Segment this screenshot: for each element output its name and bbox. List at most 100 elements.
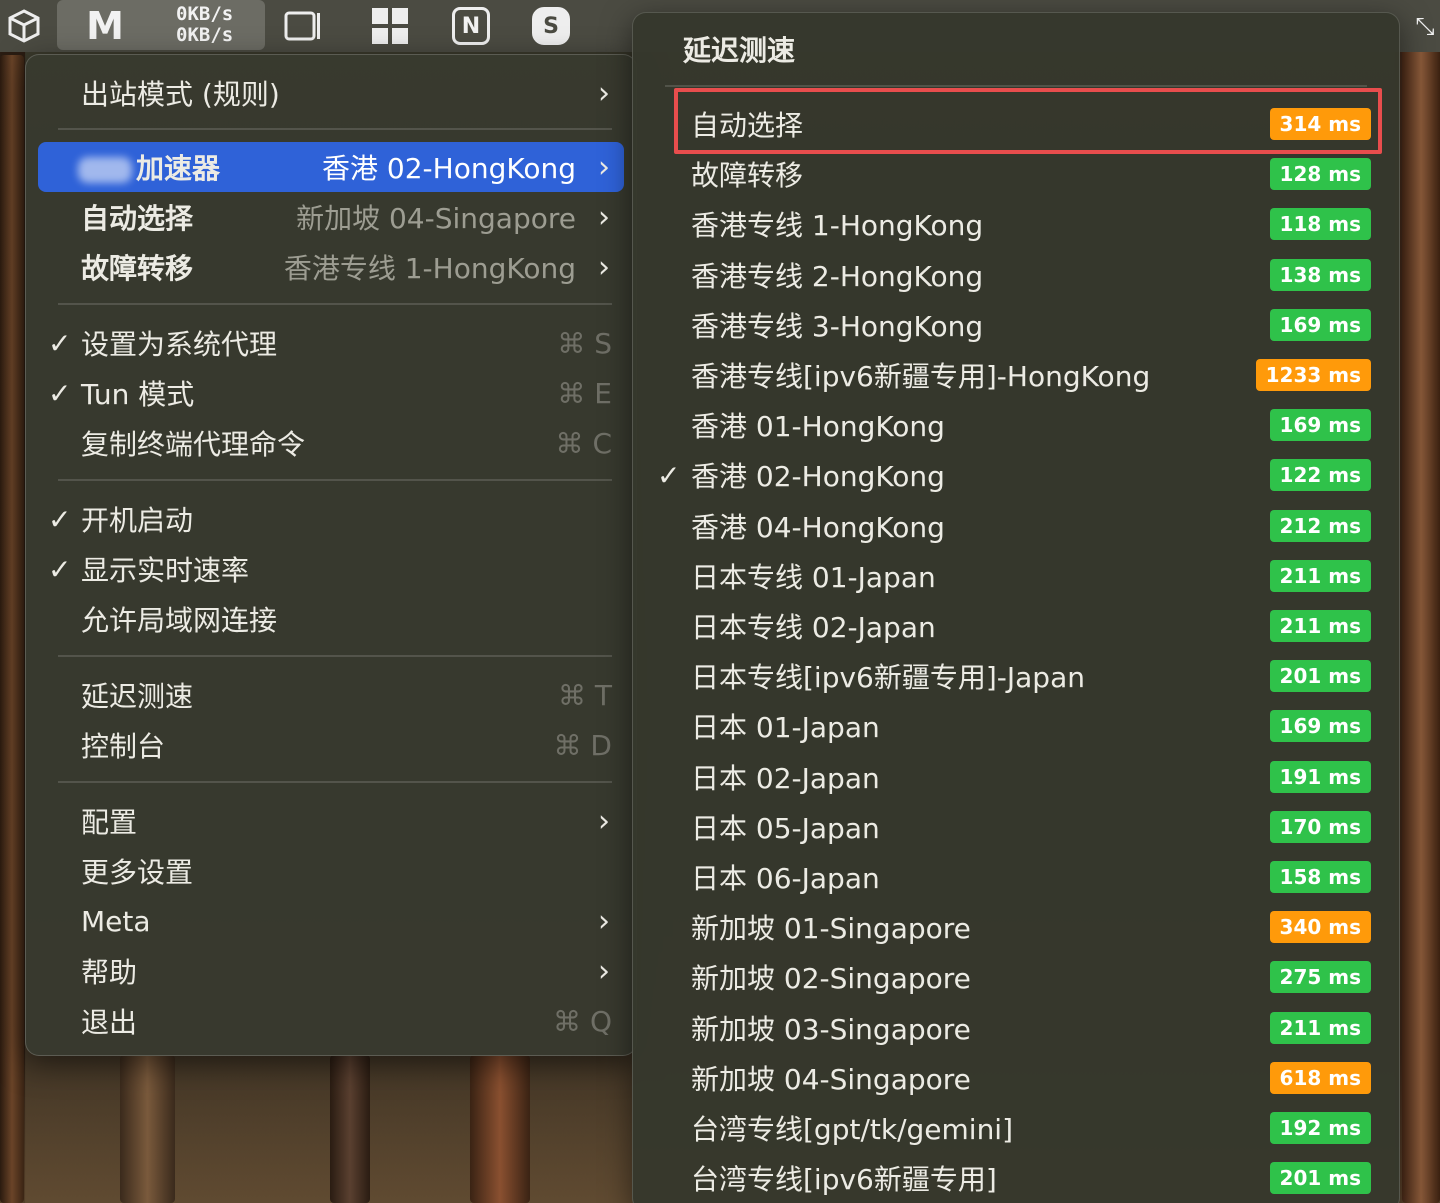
show-speed-label: 显示实时速率 xyxy=(81,554,250,587)
node-item[interactable]: 日本专线 02-Japan 211 ms xyxy=(675,601,1371,651)
node-item[interactable]: 新加坡 01-Singapore 340 ms xyxy=(675,902,1371,952)
node-name: 日本 01-Japan xyxy=(691,711,880,744)
node-name: 日本 02-Japan xyxy=(691,762,880,795)
quit-item[interactable]: 退出 ⌘ Q xyxy=(38,996,624,1046)
download-speed: 0KB/s xyxy=(176,24,234,46)
wallpaper-tree xyxy=(120,1055,175,1203)
node-item[interactable]: 日本 01-Japan 169 ms xyxy=(675,701,1371,751)
speed-readout: 0KB/s 0KB/s xyxy=(176,4,233,46)
node-name: 香港专线 1-HongKong xyxy=(691,209,984,242)
highlight-annotation-box xyxy=(674,88,1382,154)
wallpaper-tree xyxy=(1402,40,1440,1203)
package-icon[interactable] xyxy=(4,0,44,52)
node-name: 日本 06-Japan xyxy=(691,862,880,895)
node-item[interactable]: 台湾专线[ipv6新疆专用] 201 ms xyxy=(675,1153,1371,1203)
notion-icon[interactable]: N xyxy=(450,0,492,52)
shortcut-label: ⌘ E xyxy=(557,376,612,410)
app-m-icon[interactable]: M xyxy=(80,0,130,52)
latency-badge: 169 ms xyxy=(1269,309,1371,341)
node-item[interactable]: 香港专线[ipv6新疆专用]-HongKong 1233 ms xyxy=(675,350,1371,400)
chevron-right-icon: › xyxy=(598,803,610,839)
latency-badge: 170 ms xyxy=(1269,811,1371,843)
copy-terminal-proxy-item[interactable]: 复制终端代理命令 ⌘ C xyxy=(38,418,624,468)
allow-lan-label: 允许局域网连接 xyxy=(81,604,278,637)
wallpaper-tree xyxy=(470,1055,530,1203)
node-item[interactable]: 台湾专线[gpt/tk/gemini] 192 ms xyxy=(675,1103,1371,1153)
tun-mode-item[interactable]: ✓ Tun 模式 ⌘ E xyxy=(38,368,624,418)
node-item[interactable]: 香港专线 3-HongKong 169 ms xyxy=(675,300,1371,350)
group-value: 香港专线 1-HongKong xyxy=(283,252,576,285)
chevron-right-icon: › xyxy=(598,903,610,939)
node-item[interactable]: 香港专线 2-HongKong 138 ms xyxy=(675,250,1371,300)
node-item[interactable]: 新加坡 04-Singapore 618 ms xyxy=(675,1053,1371,1103)
config-item[interactable]: 配置 › xyxy=(38,796,624,846)
node-name: 香港专线[ipv6新疆专用]-HongKong xyxy=(691,360,1151,393)
show-speed-item[interactable]: ✓ 显示实时速率 xyxy=(38,544,624,594)
latency-badge: 1233 ms xyxy=(1255,359,1371,391)
checkmark-icon: ✓ xyxy=(48,502,72,536)
node-item[interactable]: 香港 01-HongKong 169 ms xyxy=(675,400,1371,450)
node-name: 香港 01-HongKong xyxy=(691,410,945,443)
group-auto-select-item[interactable]: 自动选择 新加坡 04-Singapore › xyxy=(38,192,624,242)
dashboard-item[interactable]: 控制台 ⌘ D xyxy=(38,720,624,770)
latency-test-item[interactable]: 延迟测速 ⌘ T xyxy=(38,670,624,720)
more-settings-item[interactable]: 更多设置 xyxy=(38,846,624,896)
group-value: 新加坡 04-Singapore xyxy=(296,202,576,235)
node-item[interactable]: 香港专线 1-HongKong 118 ms xyxy=(675,199,1371,249)
group-label: 自动选择 xyxy=(81,202,194,235)
upload-speed: 0KB/s xyxy=(176,3,234,25)
node-item[interactable]: 故障转移 128 ms xyxy=(675,149,1371,199)
node-name: 新加坡 04-Singapore xyxy=(691,1063,971,1096)
node-name: 台湾专线[gpt/tk/gemini] xyxy=(691,1113,1014,1146)
node-item[interactable]: 日本 02-Japan 191 ms xyxy=(675,752,1371,802)
wallpaper-tree xyxy=(330,1055,370,1203)
outbound-mode-item[interactable]: 出站模式 (规则) › xyxy=(38,68,624,118)
node-item[interactable]: 日本专线[ipv6新疆专用]-Japan 201 ms xyxy=(675,651,1371,701)
fullscreen-icon[interactable]: ⤡ xyxy=(1412,0,1438,52)
node-item[interactable]: 新加坡 03-Singapore 211 ms xyxy=(675,1003,1371,1053)
latency-badge: 158 ms xyxy=(1269,861,1371,893)
latency-badge: 169 ms xyxy=(1269,409,1371,441)
help-item[interactable]: 帮助 › xyxy=(38,946,624,996)
shortcut-label: ⌘ C xyxy=(555,426,612,460)
checkmark-icon: ✓ xyxy=(657,458,681,492)
allow-lan-item[interactable]: 允许局域网连接 xyxy=(38,594,624,644)
checkmark-icon: ✓ xyxy=(48,376,72,410)
node-name: 香港 02-HongKong xyxy=(691,460,945,493)
checkmark-icon: ✓ xyxy=(48,326,72,360)
node-name: 香港专线 2-HongKong xyxy=(691,260,984,293)
meta-item[interactable]: Meta › xyxy=(38,896,624,946)
launch-at-login-item[interactable]: ✓ 开机启动 xyxy=(38,494,624,544)
quit-label: 退出 xyxy=(81,1006,138,1039)
latency-badge: 118 ms xyxy=(1269,208,1371,240)
node-item[interactable]: 香港 04-HongKong 212 ms xyxy=(675,501,1371,551)
node-name: 台湾专线[ipv6新疆专用] xyxy=(691,1163,997,1196)
help-label: 帮助 xyxy=(81,956,138,989)
node-name: 新加坡 01-Singapore xyxy=(691,912,971,945)
node-name: 故障转移 xyxy=(691,159,804,192)
checkmark-icon: ✓ xyxy=(48,552,72,586)
group-label: 加速器 xyxy=(136,152,221,185)
node-item[interactable]: ✓ 香港 02-HongKong 122 ms xyxy=(657,450,1371,500)
system-proxy-item[interactable]: ✓ 设置为系统代理 ⌘ S xyxy=(38,318,624,368)
latency-badge: 122 ms xyxy=(1269,459,1371,491)
node-item[interactable]: 日本 05-Japan 170 ms xyxy=(675,802,1371,852)
s-app-icon[interactable]: S xyxy=(530,0,572,52)
node-item[interactable]: 日本专线 01-Japan 211 ms xyxy=(675,551,1371,601)
node-item[interactable]: 日本 06-Japan 158 ms xyxy=(675,852,1371,902)
latency-badge: 212 ms xyxy=(1269,510,1371,542)
group-failover-item[interactable]: 故障转移 香港专线 1-HongKong › xyxy=(38,242,624,292)
latency-test-submenu: 延迟测速 自动选择 314 ms 故障转移 128 ms 香港专线 1-HongKong… xyxy=(632,12,1400,1203)
separator xyxy=(58,781,612,783)
grid-icon[interactable] xyxy=(370,0,410,52)
node-name: 新加坡 03-Singapore xyxy=(691,1013,971,1046)
group-accelerator-item[interactable]: 加速器 香港 02-HongKong › xyxy=(38,142,624,192)
chevron-right-icon: › xyxy=(598,75,610,111)
sidebar-icon[interactable] xyxy=(282,0,326,52)
meta-label: Meta xyxy=(81,904,151,938)
more-settings-label: 更多设置 xyxy=(81,856,194,889)
shortcut-label: ⌘ T xyxy=(557,678,612,712)
node-name: 香港 04-HongKong xyxy=(691,511,945,544)
latency-badge: 192 ms xyxy=(1269,1112,1371,1144)
node-item[interactable]: 新加坡 02-Singapore 275 ms xyxy=(675,952,1371,1002)
